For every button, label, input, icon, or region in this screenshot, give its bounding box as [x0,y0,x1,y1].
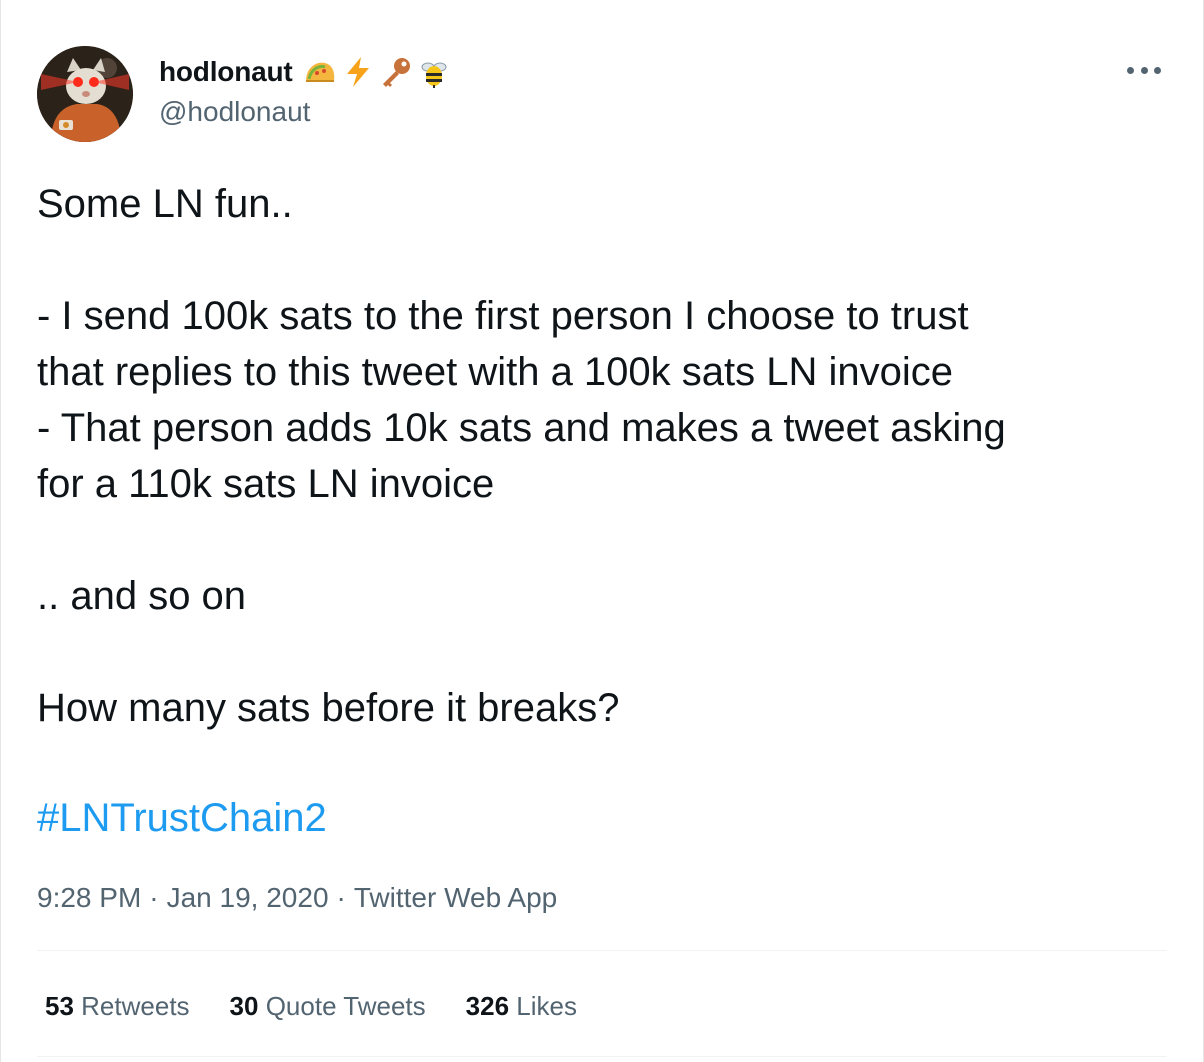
tweet-text: Some LN fun.. - I send 100k sats to the … [37,176,1167,736]
divider [37,950,1167,951]
tweet-line: Some LN fun.. [37,182,293,226]
separator: · [336,882,346,913]
quote-tweets-stat[interactable]: 30 Quote Tweets [230,984,426,1028]
author-handle[interactable]: @hodlonaut [159,96,310,128]
more-dot [1154,66,1161,74]
quote-tweets-label: Quote Tweets [265,991,426,1021]
tweet-metadata: 9:28 PM · Jan 19, 2020 · Twitter Web App [37,876,557,920]
avatar[interactable] [37,46,133,142]
tweet-date[interactable]: Jan 19, 2020 [167,876,329,920]
more-options-icon[interactable] [1127,60,1161,80]
separator: · [149,882,159,913]
tweet-card: hodlonaut @hodlonaut Some LN fun.. - I s… [0,0,1204,1062]
retweets-label: Retweets [81,991,190,1021]
tweet-line: How many sats before it breaks? [37,686,620,730]
bee-icon [417,55,451,89]
tweet-line: - That person adds 10k sats and makes a … [37,406,1006,450]
hashtag-link[interactable]: #LNTrustChain2 [37,790,327,846]
retweets-count: 53 [45,991,74,1021]
tweet-time[interactable]: 9:28 PM [37,876,141,920]
more-dot [1127,66,1134,74]
tweet-stats: 53 Retweets 30 Quote Tweets 326 Likes [45,984,577,1028]
likes-count: 326 [465,991,510,1021]
tweet-line: for a 110k sats LN invoice [37,462,495,506]
tweet-line: that replies to this tweet with a 100k s… [37,350,954,394]
author-name-row: hodlonaut [159,52,451,92]
lightning-icon [341,55,375,89]
tweet-line: - I send 100k sats to the first person I… [37,294,969,338]
divider [37,1056,1167,1057]
likes-label: Likes [516,991,577,1021]
tweet-header: hodlonaut @hodlonaut [37,46,1167,142]
taco-icon [303,55,337,89]
tweet-line: .. and so on [37,574,247,618]
quote-tweets-count: 30 [229,991,259,1021]
astronaut-cat-avatar-icon [37,46,133,142]
more-dot [1140,66,1148,74]
name-emojis [303,55,451,89]
tweet-source[interactable]: Twitter Web App [354,876,557,920]
retweets-stat[interactable]: 53 Retweets [45,984,190,1028]
key-icon [379,55,413,89]
likes-stat[interactable]: 326 Likes [466,984,577,1028]
author-display-name[interactable]: hodlonaut [159,56,293,88]
